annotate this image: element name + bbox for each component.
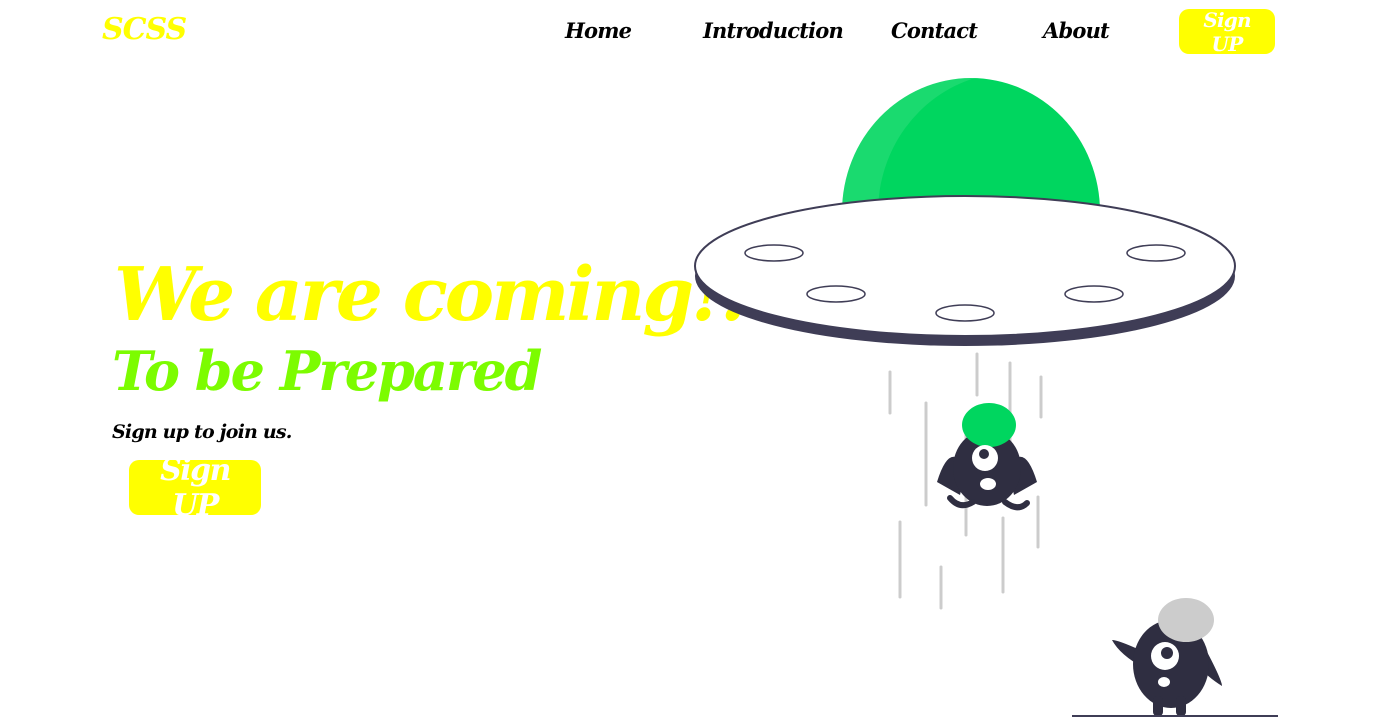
ufo-illustration <box>694 77 1278 717</box>
alien-abducted-icon <box>937 403 1037 511</box>
ufo-window <box>806 285 866 303</box>
ufo-window <box>744 244 804 262</box>
ufo-window <box>935 304 995 322</box>
ufo-window <box>1064 285 1124 303</box>
ufo-window <box>1126 244 1186 262</box>
alien-standing-icon <box>1072 598 1278 717</box>
